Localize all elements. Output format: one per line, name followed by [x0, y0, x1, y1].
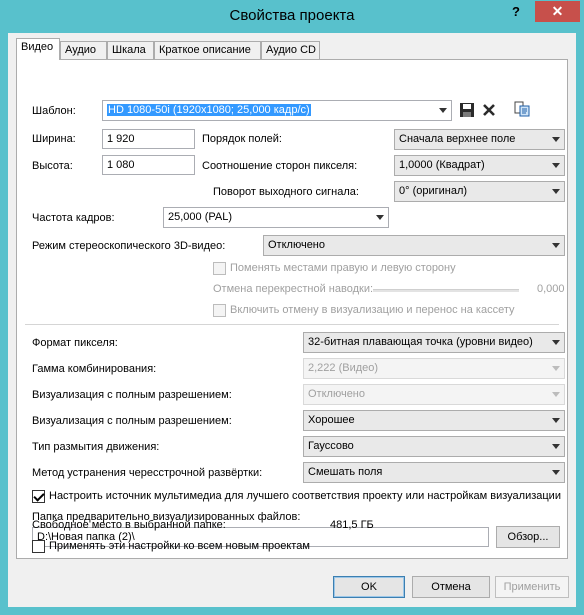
- chevron-down-icon: [552, 340, 560, 345]
- chevron-down-icon: [552, 163, 560, 168]
- crosstalk-value: 0,000: [537, 283, 565, 295]
- full-res-select-2[interactable]: Хорошее: [303, 410, 565, 431]
- cancel-render-label: Включить отмену в визуализацию и перенос…: [230, 304, 515, 316]
- dialog-client-area: Видео Аудио Шкала Краткое описание Аудио…: [8, 33, 576, 607]
- apply-all-checkbox[interactable]: [32, 540, 45, 553]
- stereo3d-select[interactable]: Отключено: [263, 235, 565, 256]
- field-order-select[interactable]: Сначала верхнее поле: [394, 129, 565, 150]
- motion-blur-select[interactable]: Гауссово: [303, 436, 565, 457]
- full-res-value-2: Хорошее: [308, 414, 355, 426]
- stereo3d-label: Режим стереоскопического 3D-видео:: [32, 240, 226, 252]
- compositing-gamma-value: 2,222 (Видео): [308, 362, 379, 374]
- adjust-source-checkbox[interactable]: [32, 490, 45, 503]
- height-label: Высота:: [32, 160, 73, 172]
- field-order-value: Сначала верхнее поле: [399, 133, 516, 145]
- copy-settings-icon[interactable]: [514, 101, 530, 117]
- deinterlace-label: Метод устранения чересстрочной развёртки…: [32, 467, 263, 479]
- width-label: Ширина:: [32, 133, 76, 145]
- output-rotation-label: Поворот выходного сигнала:: [213, 186, 359, 198]
- apply-all-label: Применять эти настройки ко всем новым пр…: [49, 540, 310, 552]
- ok-button[interactable]: OK: [333, 576, 405, 598]
- full-res-label-1: Визуализация с полным разрешением:: [32, 389, 232, 401]
- adjust-source-label: Настроить источник мультимедиа для лучше…: [49, 490, 561, 502]
- project-properties-window: Свойства проекта ? ✕ Видео Аудио Шкала К…: [0, 0, 584, 615]
- pixel-format-select[interactable]: 32-битная плавающая точка (уровни видео): [303, 332, 565, 353]
- compositing-gamma-label: Гамма комбинирования:: [32, 363, 157, 375]
- apply-button[interactable]: Применить: [495, 576, 569, 598]
- motion-blur-value: Гауссово: [308, 440, 354, 452]
- tab-video[interactable]: Видео: [16, 38, 60, 60]
- delete-icon[interactable]: [481, 102, 497, 118]
- output-rotation-select[interactable]: 0° (оригинал): [394, 181, 565, 202]
- save-icon[interactable]: [459, 102, 475, 118]
- chevron-down-icon: [552, 189, 560, 194]
- frame-rate-select[interactable]: 25,000 (PAL): [163, 207, 389, 228]
- deinterlace-select[interactable]: Смешать поля: [303, 462, 565, 483]
- browse-button[interactable]: Обзор...: [496, 526, 560, 548]
- close-button[interactable]: ✕: [535, 1, 580, 22]
- pixel-aspect-value: 1,0000 (Квадрат): [399, 159, 485, 171]
- chevron-down-icon: [552, 418, 560, 423]
- chevron-down-icon: [552, 243, 560, 248]
- full-res-select-1[interactable]: Отключено: [303, 384, 565, 405]
- template-value: HD 1080-50i (1920x1080; 25,000 кадр/с): [107, 104, 311, 116]
- free-space-value: 481,5 ГБ: [330, 519, 374, 531]
- height-field[interactable]: 1 080: [102, 155, 195, 175]
- frame-rate-label: Частота кадров:: [32, 212, 115, 224]
- deinterlace-value: Смешать поля: [308, 466, 383, 478]
- field-order-label: Порядок полей:: [202, 133, 282, 145]
- swap-lr-checkbox[interactable]: [213, 262, 226, 275]
- title-bar: Свойства проекта ? ✕: [0, 0, 584, 33]
- frame-rate-value: 25,000 (PAL): [168, 211, 233, 223]
- compositing-gamma-select[interactable]: 2,222 (Видео): [303, 358, 565, 379]
- crosstalk-label: Отмена перекрестной наводки:: [213, 283, 374, 295]
- chevron-down-icon: [552, 137, 560, 142]
- chevron-down-icon: [552, 392, 560, 397]
- tab-ruler[interactable]: Шкала: [107, 41, 154, 59]
- template-label: Шаблон:: [32, 105, 76, 117]
- pixel-format-label: Формат пикселя:: [32, 337, 118, 349]
- width-field[interactable]: 1 920: [102, 129, 195, 149]
- pixel-aspect-select[interactable]: 1,0000 (Квадрат): [394, 155, 565, 176]
- chevron-down-icon: [552, 470, 560, 475]
- chevron-down-icon: [439, 108, 447, 113]
- tab-audio[interactable]: Аудио: [60, 41, 107, 59]
- section-divider: [25, 324, 559, 325]
- pixel-format-value: 32-битная плавающая точка (уровни видео): [308, 336, 533, 348]
- cancel-render-checkbox[interactable]: [213, 304, 226, 317]
- help-button[interactable]: ?: [498, 2, 534, 22]
- chevron-down-icon: [552, 366, 560, 371]
- tab-audio-cd[interactable]: Аудио CD: [261, 41, 320, 59]
- swap-lr-label: Поменять местами правую и левую сторону: [230, 262, 456, 274]
- full-res-value-1: Отключено: [308, 388, 365, 400]
- free-space-label: Свободное место в выбранной папке:: [32, 519, 226, 531]
- output-rotation-value: 0° (оригинал): [399, 185, 468, 197]
- pixel-aspect-label: Соотношение сторон пикселя:: [202, 160, 358, 172]
- cancel-button[interactable]: Отмена: [412, 576, 490, 598]
- stereo3d-value: Отключено: [268, 239, 325, 251]
- tab-summary[interactable]: Краткое описание: [154, 41, 261, 59]
- full-res-label-2: Визуализация с полным разрешением:: [32, 415, 232, 427]
- chevron-down-icon: [552, 444, 560, 449]
- template-combo[interactable]: HD 1080-50i (1920x1080; 25,000 кадр/с): [102, 100, 452, 121]
- chevron-down-icon: [376, 215, 384, 220]
- motion-blur-label: Тип размытия движения:: [32, 441, 160, 453]
- crosstalk-slider[interactable]: [373, 289, 519, 292]
- video-tab-panel: Шаблон: HD 1080-50i (1920x1080; 25,000 к…: [16, 59, 568, 559]
- window-title: Свойства проекта: [229, 7, 355, 24]
